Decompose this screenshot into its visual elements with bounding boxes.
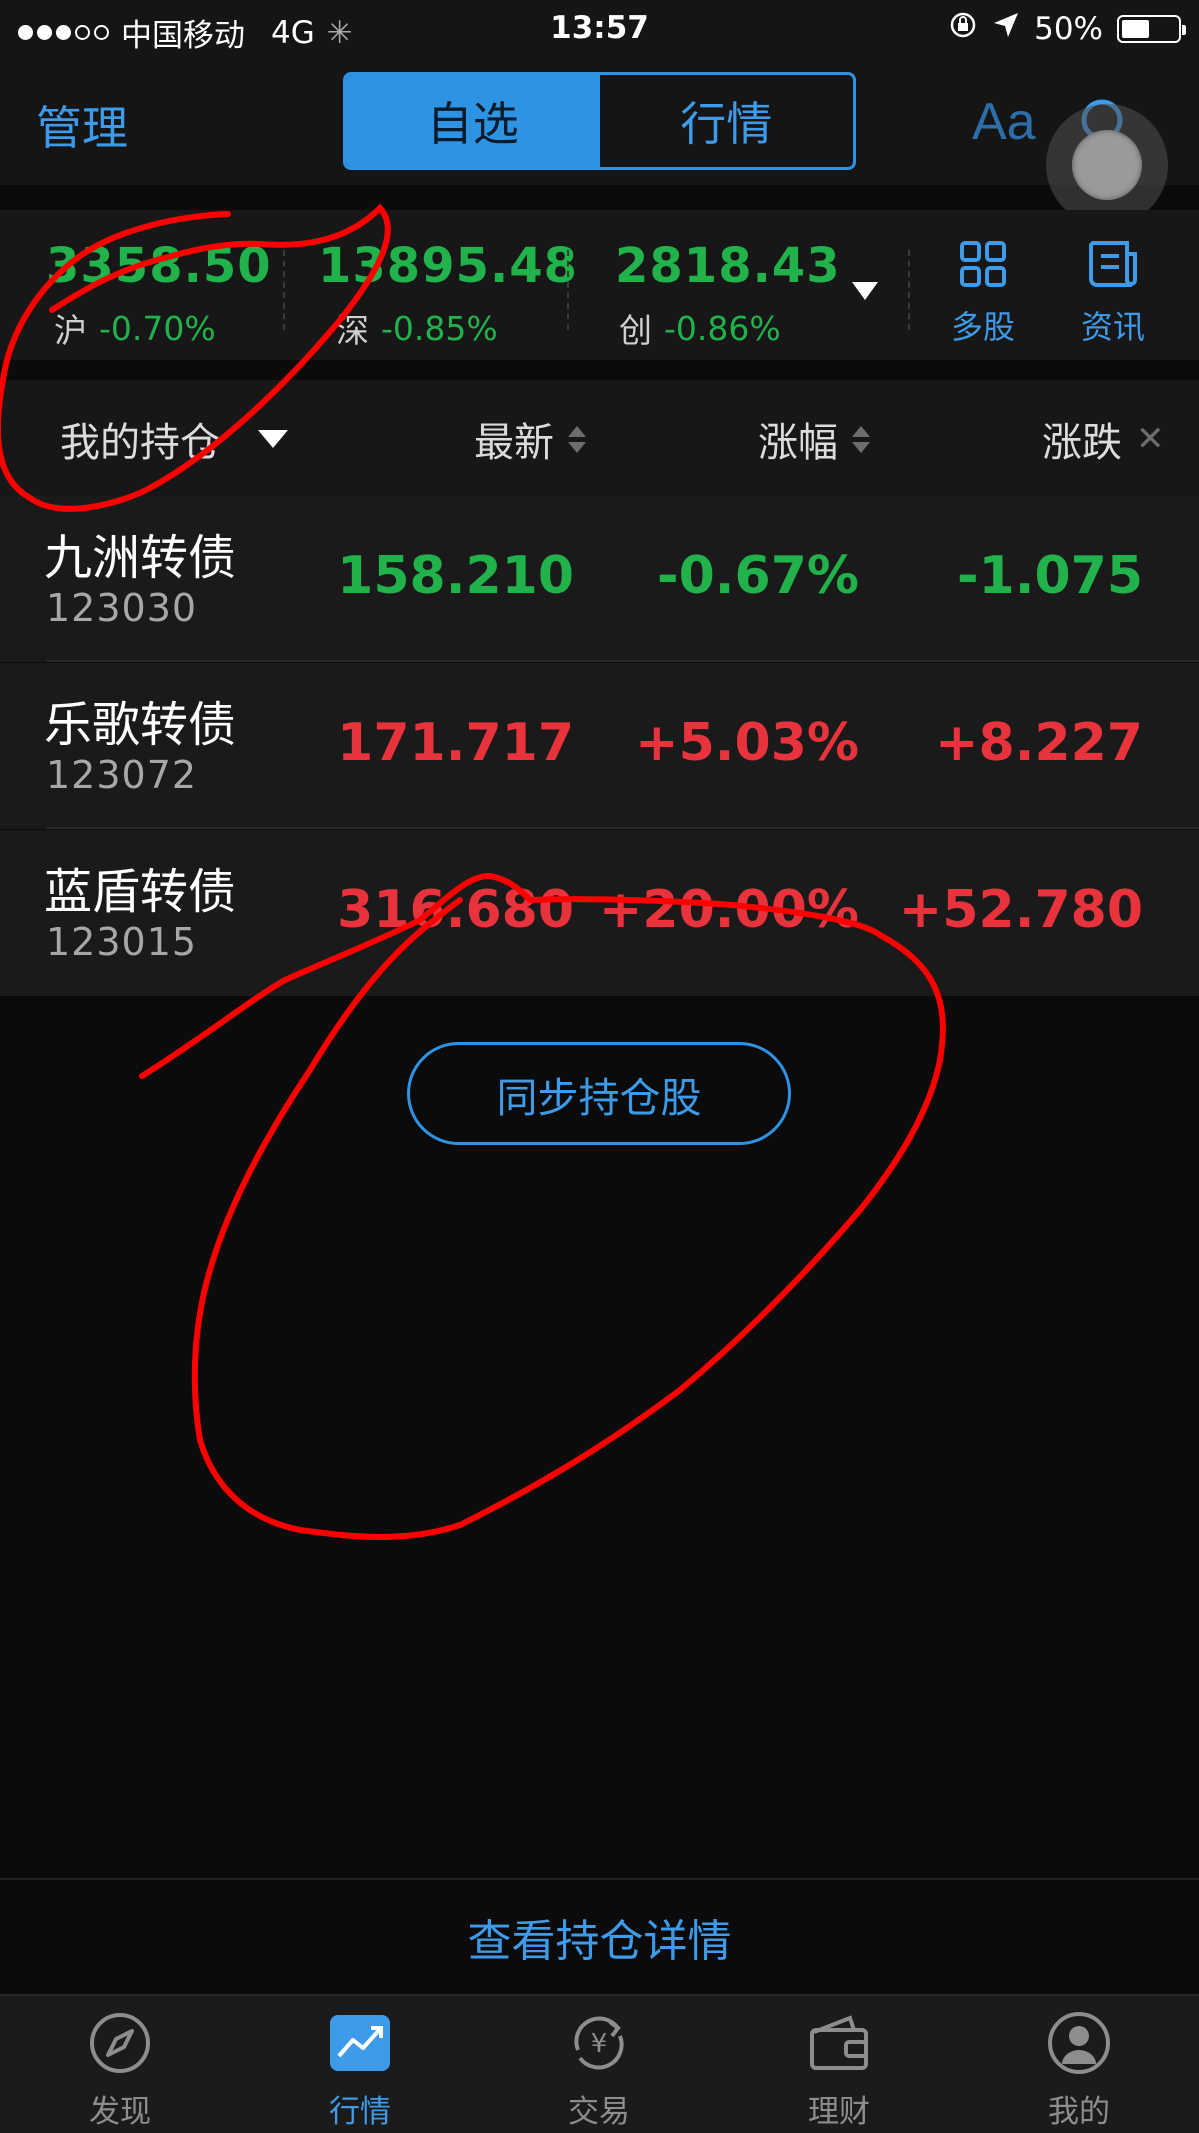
dropdown-icon <box>258 430 288 448</box>
index-name: 深 <box>336 311 369 350</box>
tab-label: 行情 <box>329 2094 391 2130</box>
tab-trade[interactable]: ¥ 交易 <box>529 2010 669 2131</box>
sort-latest[interactable]: 最新 <box>474 410 586 468</box>
divider <box>567 250 569 330</box>
index-change: -0.86% <box>664 308 781 348</box>
change-percent: -0.67% <box>657 546 859 606</box>
group-label: 我的持仓 <box>60 420 220 466</box>
view-holdings-detail-link[interactable]: 查看持仓详情 <box>0 1878 1199 1994</box>
sort-icon <box>852 425 870 453</box>
location-arrow-icon <box>992 11 1020 47</box>
column-label: 最新 <box>474 420 554 466</box>
latest-price: 171.717 <box>337 713 574 773</box>
index-shenzhen[interactable]: 13895.48 深 -0.85% <box>318 238 578 352</box>
tool-label: 资讯 <box>1080 308 1145 346</box>
news-button[interactable]: 资讯 <box>1068 240 1158 348</box>
change-percent: +5.03% <box>635 713 859 773</box>
sync-holdings-button[interactable]: 同步持仓股 <box>407 1042 791 1145</box>
index-value: 2818.43 <box>615 238 841 294</box>
tool-label: 多股 <box>950 308 1015 346</box>
tab-watchlist[interactable]: 自选 <box>346 75 600 167</box>
index-change: -0.85% <box>381 308 498 348</box>
yuan-exchange-icon: ¥ <box>574 2016 624 2070</box>
sort-change[interactable]: 涨跌 ✕ <box>1042 410 1165 468</box>
sort-icon <box>568 425 586 453</box>
index-strip: 3358.50 沪 -0.70% 13895.48 深 -0.85% 2818.43… <box>0 210 1199 360</box>
column-label: 涨幅 <box>758 420 838 466</box>
holdings-group-selector[interactable]: 我的持仓 <box>60 410 288 468</box>
compass-icon <box>90 2013 150 2073</box>
swap-columns-icon: ✕ <box>1136 419 1165 459</box>
column-label: 涨跌 <box>1042 420 1122 466</box>
bond-code: 123030 <box>46 586 198 630</box>
change-amount: +8.227 <box>934 713 1143 773</box>
sort-change-pct[interactable]: 涨幅 <box>758 410 870 468</box>
segmented-control: 自选 行情 <box>343 72 856 170</box>
bond-name: 九洲转债 <box>44 530 237 586</box>
table-header: 我的持仓 最新 涨幅 涨跌 ✕ <box>0 380 1199 496</box>
latest-price: 316.680 <box>337 880 574 940</box>
multi-stock-button[interactable]: 多股 <box>938 240 1028 348</box>
tab-label: 理财 <box>808 2094 870 2130</box>
index-change: -0.70% <box>99 308 216 348</box>
wallet-icon <box>810 2015 868 2070</box>
index-chinext[interactable]: 2818.43 创 -0.86% <box>615 238 841 352</box>
manage-button[interactable]: 管理 <box>36 92 128 158</box>
rotation-lock-icon <box>948 10 978 48</box>
chart-icon <box>330 2015 390 2071</box>
expand-indices-icon[interactable] <box>852 282 878 300</box>
status-bar: 中国移动 4G ✳ 13:57 50% <box>0 0 1199 60</box>
bottom-tab-bar: 发现 行情 ¥ 交易 理财 我的 <box>0 1994 1199 2133</box>
grid-icon <box>960 241 1006 287</box>
assistive-touch-button[interactable] <box>1046 104 1168 226</box>
bond-name: 乐歌转债 <box>44 697 237 753</box>
index-shanghai[interactable]: 3358.50 沪 -0.70% <box>46 238 272 352</box>
tab-market-quotes[interactable]: 行情 <box>290 2010 430 2131</box>
index-value: 3358.50 <box>46 238 272 294</box>
index-value: 13895.48 <box>318 238 579 294</box>
table-row[interactable]: 蓝盾转债 123015 316.680 +20.00% +52.780 <box>0 830 1199 996</box>
bond-name: 蓝盾转债 <box>44 864 237 920</box>
user-icon <box>1048 2012 1110 2074</box>
change-amount: -1.075 <box>956 546 1143 606</box>
battery-icon <box>1117 15 1186 43</box>
bond-code: 123072 <box>46 753 198 797</box>
bond-code: 123015 <box>46 920 198 964</box>
index-name: 沪 <box>54 311 87 350</box>
latest-price: 158.210 <box>337 546 574 606</box>
tab-mine[interactable]: 我的 <box>1009 2010 1149 2131</box>
tab-label: 发现 <box>89 2094 151 2130</box>
change-amount: +52.780 <box>898 880 1143 940</box>
table-row[interactable]: 九洲转债 123030 158.210 -0.67% -1.075 <box>0 496 1199 662</box>
table-row[interactable]: 乐歌转债 123072 171.717 +5.03% +8.227 <box>0 663 1199 829</box>
divider <box>908 250 910 330</box>
index-name: 创 <box>619 311 652 350</box>
top-nav: 管理 自选 行情 Aa <box>0 60 1199 185</box>
tab-market[interactable]: 行情 <box>600 75 854 167</box>
font-size-button[interactable]: Aa <box>972 92 1036 152</box>
change-percent: +20.00% <box>598 880 859 940</box>
news-icon <box>1089 241 1137 287</box>
tab-discover[interactable]: 发现 <box>50 2010 190 2131</box>
tab-label: 交易 <box>568 2094 630 2130</box>
tab-label: 我的 <box>1048 2094 1110 2130</box>
battery-percent: 50% <box>1034 11 1103 47</box>
tab-wealth[interactable]: 理财 <box>769 2010 909 2131</box>
svg-text:¥: ¥ <box>591 2029 608 2059</box>
divider <box>283 250 285 330</box>
